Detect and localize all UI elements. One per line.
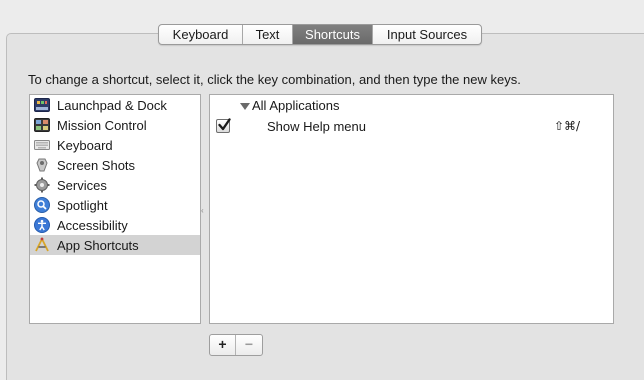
enable-checkbox[interactable]: [216, 118, 231, 133]
shortcut-keys[interactable]: ⇧⌘/: [554, 119, 580, 133]
spotlight-search-icon: [33, 197, 51, 213]
tab-input-sources[interactable]: Input Sources: [373, 25, 481, 44]
category-screen-shots[interactable]: Screen Shots: [30, 155, 200, 175]
preferences-window: Keyboard Text Shortcuts Input Sources To…: [0, 0, 644, 380]
accessibility-icon: [33, 217, 51, 233]
add-remove-buttons: + −: [209, 334, 263, 356]
screenshot-icon: [33, 157, 51, 173]
instruction-text: To change a shortcut, select it, click t…: [28, 72, 521, 87]
shortcut-row[interactable]: Show Help menu ⇧⌘/: [210, 117, 613, 137]
gear-icon: [33, 177, 51, 193]
split-resize-handle[interactable]: ‹: [201, 206, 204, 215]
category-keyboard[interactable]: Keyboard: [30, 135, 200, 155]
tab-shortcuts[interactable]: Shortcuts: [293, 25, 373, 44]
category-spotlight[interactable]: Spotlight: [30, 195, 200, 215]
mission-control-icon: [33, 117, 51, 133]
category-mission-control[interactable]: Mission Control: [30, 115, 200, 135]
keyboard-icon: [33, 137, 51, 153]
tab-bar: Keyboard Text Shortcuts Input Sources: [158, 24, 482, 45]
category-label: App Shortcuts: [57, 237, 139, 253]
category-list[interactable]: Launchpad & Dock Mission Control Keyboar…: [29, 94, 201, 324]
disclosure-triangle-icon[interactable]: [240, 102, 250, 110]
category-label: Launchpad & Dock: [57, 97, 167, 113]
category-label: Spotlight: [57, 197, 108, 213]
tab-text[interactable]: Text: [243, 25, 293, 44]
checkmark-icon: [218, 118, 231, 131]
app-shortcuts-icon: [33, 237, 51, 253]
category-services[interactable]: Services: [30, 175, 200, 195]
category-label: Screen Shots: [57, 157, 136, 173]
shortcuts-list[interactable]: All Applications Show Help menu ⇧⌘/: [209, 94, 614, 324]
category-app-shortcuts[interactable]: App Shortcuts: [30, 235, 200, 255]
group-all-applications[interactable]: All Applications: [240, 98, 339, 113]
launchpad-dock-icon: [33, 97, 51, 113]
tab-keyboard[interactable]: Keyboard: [159, 25, 243, 44]
category-label: Mission Control: [57, 117, 147, 133]
category-label: Services: [57, 177, 107, 193]
group-label: All Applications: [252, 98, 340, 113]
category-label: Keyboard: [57, 137, 113, 153]
category-label: Accessibility: [57, 217, 128, 233]
shortcut-label: Show Help menu: [267, 119, 366, 134]
category-launchpad-dock[interactable]: Launchpad & Dock: [30, 95, 200, 115]
add-shortcut-button[interactable]: +: [210, 335, 236, 355]
remove-shortcut-button[interactable]: −: [236, 335, 262, 355]
category-accessibility[interactable]: Accessibility: [30, 215, 200, 235]
